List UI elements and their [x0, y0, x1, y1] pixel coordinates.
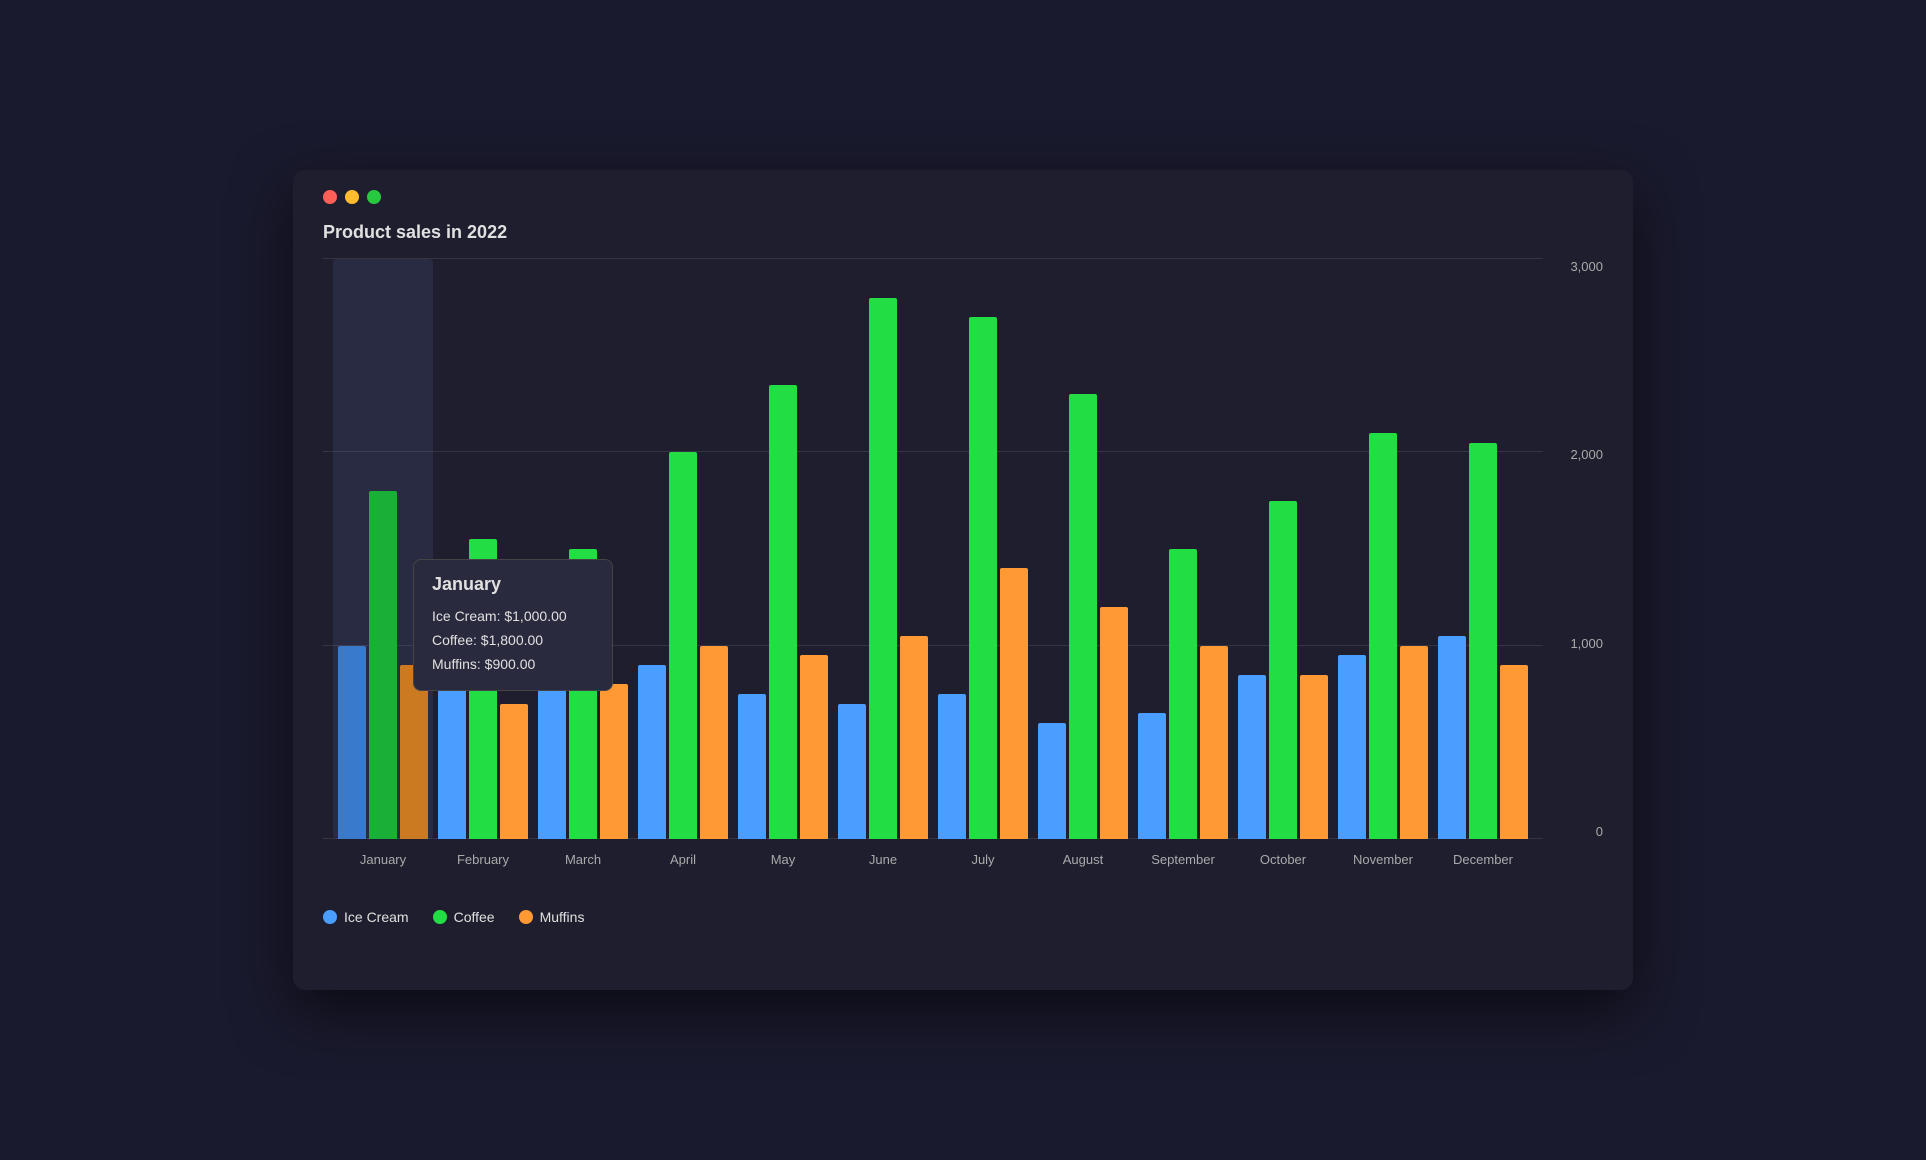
bar-ice-cream-september	[1138, 713, 1166, 839]
y-label-3000: 3,000	[1570, 259, 1603, 274]
x-label-july: July	[933, 852, 1033, 867]
minimize-button[interactable]	[345, 190, 359, 204]
x-label-january: January	[333, 852, 433, 867]
legend-coffee[interactable]: Coffee	[433, 909, 495, 925]
bar-coffee-september	[1169, 549, 1197, 839]
legend-ice-cream-label: Ice Cream	[344, 909, 409, 925]
bar-muffins-september	[1200, 646, 1228, 839]
bar-ice-cream-november	[1338, 655, 1366, 839]
y-axis-labels: 3,000 2,000 1,000 0	[1548, 259, 1603, 839]
x-label-august: August	[1033, 852, 1133, 867]
bars-container	[323, 259, 1543, 839]
titlebar	[323, 190, 1603, 204]
x-axis-labels: JanuaryFebruaryMarchAprilMayJuneJulyAugu…	[323, 844, 1543, 899]
month-group-december[interactable]	[1433, 259, 1533, 839]
x-label-may: May	[733, 852, 833, 867]
x-label-september: September	[1133, 852, 1233, 867]
bar-ice-cream-april	[638, 665, 666, 839]
month-group-april[interactable]	[633, 259, 733, 839]
chart-area: 3,000 2,000 1,000 0 JanuaryFebruaryMarch…	[323, 259, 1603, 899]
bar-ice-cream-december	[1438, 636, 1466, 839]
bar-ice-cream-june	[838, 704, 866, 839]
app-window: Product sales in 2022 3,000 2,000 1,000 …	[293, 170, 1633, 990]
legend-ice-cream[interactable]: Ice Cream	[323, 909, 409, 925]
bar-muffins-january	[400, 665, 428, 839]
month-group-january[interactable]	[333, 259, 433, 839]
bar-ice-cream-march	[538, 675, 566, 839]
bar-muffins-march	[600, 684, 628, 839]
ice-cream-dot	[323, 910, 337, 924]
x-label-february: February	[433, 852, 533, 867]
bar-muffins-november	[1400, 646, 1428, 839]
bar-muffins-may	[800, 655, 828, 839]
bar-ice-cream-july	[938, 694, 966, 839]
bar-ice-cream-january	[338, 646, 366, 839]
muffins-dot	[519, 910, 533, 924]
month-group-august[interactable]	[1033, 259, 1133, 839]
month-group-october[interactable]	[1233, 259, 1333, 839]
maximize-button[interactable]	[367, 190, 381, 204]
bar-ice-cream-october	[1238, 675, 1266, 839]
y-label-1000: 1,000	[1570, 636, 1603, 651]
legend-muffins-label: Muffins	[540, 909, 585, 925]
bar-muffins-february	[500, 704, 528, 839]
x-label-april: April	[633, 852, 733, 867]
bar-ice-cream-may	[738, 694, 766, 839]
chart-title: Product sales in 2022	[323, 222, 1603, 243]
bar-muffins-august	[1100, 607, 1128, 839]
month-group-march[interactable]	[533, 259, 633, 839]
x-label-november: November	[1333, 852, 1433, 867]
legend: Ice Cream Coffee Muffins	[323, 909, 1603, 925]
bar-muffins-october	[1300, 675, 1328, 839]
bar-coffee-march	[569, 549, 597, 839]
legend-muffins[interactable]: Muffins	[519, 909, 585, 925]
bar-coffee-june	[869, 298, 897, 839]
legend-coffee-label: Coffee	[454, 909, 495, 925]
month-group-september[interactable]	[1133, 259, 1233, 839]
close-button[interactable]	[323, 190, 337, 204]
y-label-2000: 2,000	[1570, 447, 1603, 462]
bar-coffee-december	[1469, 443, 1497, 839]
bar-ice-cream-august	[1038, 723, 1066, 839]
bar-coffee-april	[669, 452, 697, 839]
bar-coffee-august	[1069, 394, 1097, 839]
month-group-november[interactable]	[1333, 259, 1433, 839]
x-label-march: March	[533, 852, 633, 867]
bar-coffee-july	[969, 317, 997, 839]
month-group-july[interactable]	[933, 259, 1033, 839]
bar-ice-cream-february	[438, 636, 466, 839]
bar-coffee-february	[469, 539, 497, 839]
month-group-february[interactable]	[433, 259, 533, 839]
y-label-0: 0	[1596, 824, 1603, 839]
bar-coffee-may	[769, 385, 797, 839]
bar-muffins-april	[700, 646, 728, 839]
bar-coffee-october	[1269, 501, 1297, 839]
bar-muffins-december	[1500, 665, 1528, 839]
x-label-june: June	[833, 852, 933, 867]
month-group-june[interactable]	[833, 259, 933, 839]
bar-coffee-november	[1369, 433, 1397, 839]
x-label-december: December	[1433, 852, 1533, 867]
bar-muffins-july	[1000, 568, 1028, 839]
x-label-october: October	[1233, 852, 1333, 867]
month-group-may[interactable]	[733, 259, 833, 839]
coffee-dot	[433, 910, 447, 924]
bar-muffins-june	[900, 636, 928, 839]
bar-coffee-january	[369, 491, 397, 839]
